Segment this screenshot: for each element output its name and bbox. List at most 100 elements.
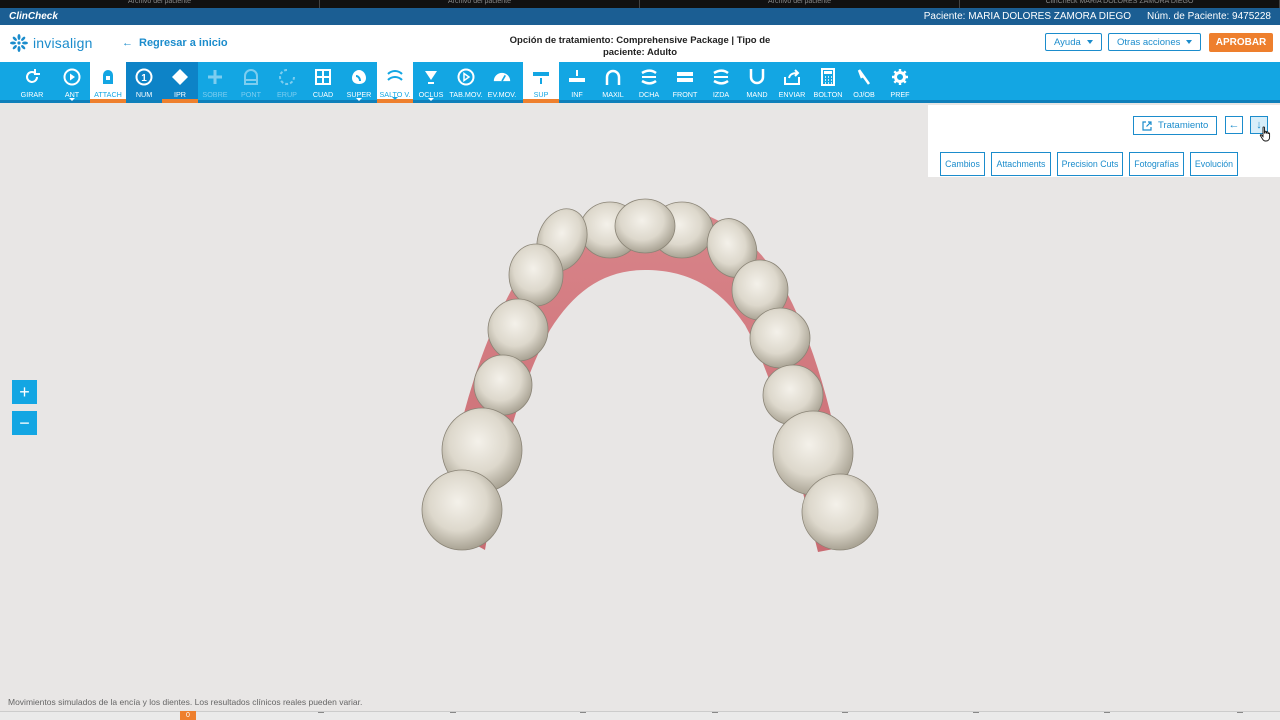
tool-label: IPR [174, 90, 186, 99]
tool-label: ERUP [277, 90, 297, 99]
hand-cursor-icon [1259, 126, 1271, 142]
tool-attach-button[interactable]: ATTACH [90, 62, 126, 103]
timeline-tick [450, 712, 456, 718]
overjet-icon [854, 67, 874, 87]
tool-label: MAXIL [602, 90, 624, 99]
tool-dcha-button[interactable]: DCHA [631, 62, 667, 100]
tool-label: TAB.MOV. [449, 90, 483, 99]
tool-erup-button: ERUP [269, 62, 305, 100]
chevron-down-icon [69, 98, 75, 101]
tool-oclus-button[interactable]: OCLUS [413, 62, 449, 101]
invisalign-logo: invisalign [9, 33, 93, 53]
treatment-button-label: Tratamiento [1158, 120, 1209, 131]
patient-info: Paciente: MARIA DOLORES ZAMORA DIEGO Núm… [924, 11, 1271, 22]
tool-label: SUP [533, 90, 549, 99]
tool-label: SOBRE [202, 90, 228, 99]
tool-label: MAND [746, 90, 768, 99]
tool-pref-button[interactable]: PREF [882, 62, 918, 100]
tool-evmov-button[interactable]: EV.MOV. [484, 62, 520, 100]
tab-attachments[interactable]: Attachments [991, 152, 1051, 176]
tool-label: IZDA [712, 90, 730, 99]
grid-icon [313, 67, 333, 87]
tooth [614, 198, 676, 254]
top-tab[interactable]: Archivo del paciente [0, 0, 320, 8]
chevron-down-icon [1186, 40, 1193, 44]
treatment-button[interactable]: Tratamiento [1133, 116, 1218, 135]
tool-label: NUM [135, 90, 153, 99]
tool-mand-button[interactable]: MAND [739, 62, 775, 100]
tool-sobre-button: SOBRE [197, 62, 233, 100]
tooth [473, 354, 533, 416]
tool-girar-button[interactable]: GIRAR [14, 62, 50, 100]
tab-evolucion[interactable]: Evolución [1190, 152, 1238, 176]
movement-eval-icon [492, 67, 512, 87]
teeth [421, 198, 879, 551]
tooth [749, 307, 811, 369]
tool-num-button[interactable]: 1 NUM [126, 62, 162, 100]
chevron-down-icon [428, 98, 434, 101]
plus-icon [205, 67, 225, 87]
tool-ant-button[interactable]: ANT [54, 62, 90, 101]
timeline-tick [1104, 712, 1110, 718]
tool-pont-button: PONT [233, 62, 269, 100]
tool-label: OJ/OB [853, 90, 875, 99]
tool-label: BOLTON [813, 90, 843, 99]
treatment-title-line1: Opción de tratamiento: Comprehensive Pac… [509, 35, 771, 46]
tool-enviar-button[interactable]: ENVIAR [774, 62, 810, 100]
external-link-icon [1142, 120, 1152, 131]
back-to-home-link[interactable]: ← Regresar a inicio [122, 37, 228, 49]
tool-sup-button[interactable]: SUP [523, 62, 559, 103]
tool-label: INF [571, 90, 583, 99]
tool-inf-button[interactable]: INF [559, 62, 595, 100]
zoom-in-button[interactable]: + [12, 380, 37, 404]
tool-ipr-button[interactable]: IPR [162, 62, 198, 103]
help-dropdown[interactable]: Ayuda [1045, 33, 1102, 51]
more-actions-dropdown[interactable]: Otras acciones [1108, 33, 1202, 51]
tool-cuad-button[interactable]: CUAD [305, 62, 341, 100]
tool-label: CUAD [312, 90, 334, 99]
dental-arch-3d-view[interactable] [400, 190, 900, 570]
chevron-down-icon [1086, 40, 1093, 44]
timeline-tick [1237, 712, 1243, 718]
top-tab[interactable]: Archivo del paciente [320, 0, 640, 8]
help-label: Ayuda [1054, 36, 1081, 48]
tool-tabmov-button[interactable]: TAB.MOV. [448, 62, 484, 100]
tool-front-button[interactable]: FRONT [667, 62, 703, 100]
patient-name: Paciente: MARIA DOLORES ZAMORA DIEGO [923, 11, 1132, 22]
tool-label: ATTACH [94, 90, 122, 99]
tool-ojob-button[interactable]: OJ/OB [846, 62, 882, 100]
play-back-icon [62, 67, 82, 87]
chevron-down-icon [356, 98, 362, 101]
top-tab[interactable]: ClinCheck MARIA DOLORES ZAMORA DIEGO [960, 0, 1280, 8]
tool-label: DCHA [638, 90, 660, 99]
tool-bolton-button[interactable]: BOLTON [810, 62, 846, 100]
approve-button[interactable]: APROBAR [1209, 33, 1273, 52]
tool-label: PREF [890, 90, 910, 99]
arrow-left-button[interactable]: ← [1225, 116, 1243, 134]
tool-izda-button[interactable]: IZDA [703, 62, 739, 100]
timeline-tick [842, 712, 848, 718]
top-tab[interactable]: Archivo del paciente [640, 0, 960, 8]
tooth [487, 298, 549, 362]
brand-bar: ClinCheck Paciente: MARIA DOLORES ZAMORA… [0, 8, 1280, 25]
maxillary-icon [603, 67, 623, 87]
ipr-diamond-icon [170, 67, 190, 87]
tool-super-button[interactable]: SUPER [341, 62, 377, 101]
tab-precision-cuts[interactable]: Precision Cuts [1057, 152, 1123, 176]
zoom-out-button[interactable]: − [12, 411, 37, 435]
app-name: ClinCheck [9, 11, 58, 22]
invisalign-star-icon [10, 34, 28, 52]
tooth [508, 243, 564, 307]
tooth [801, 473, 879, 551]
tab-fotografias[interactable]: Fotografías [1129, 152, 1184, 176]
tool-label: EV.MOV. [487, 90, 517, 99]
tool-salto-button[interactable]: SALTO V. [377, 62, 413, 103]
calculator-icon [818, 67, 838, 87]
tool-maxil-button[interactable]: MAXIL [595, 62, 631, 100]
svg-text:1: 1 [141, 73, 147, 84]
superimpose-icon [349, 67, 369, 87]
tab-cambios[interactable]: Cambios [940, 152, 985, 176]
mandibular-icon [747, 67, 767, 87]
header: invisalign ← Regresar a inicio Opción de… [0, 25, 1280, 62]
current-stage-marker[interactable]: 0 [180, 711, 196, 720]
